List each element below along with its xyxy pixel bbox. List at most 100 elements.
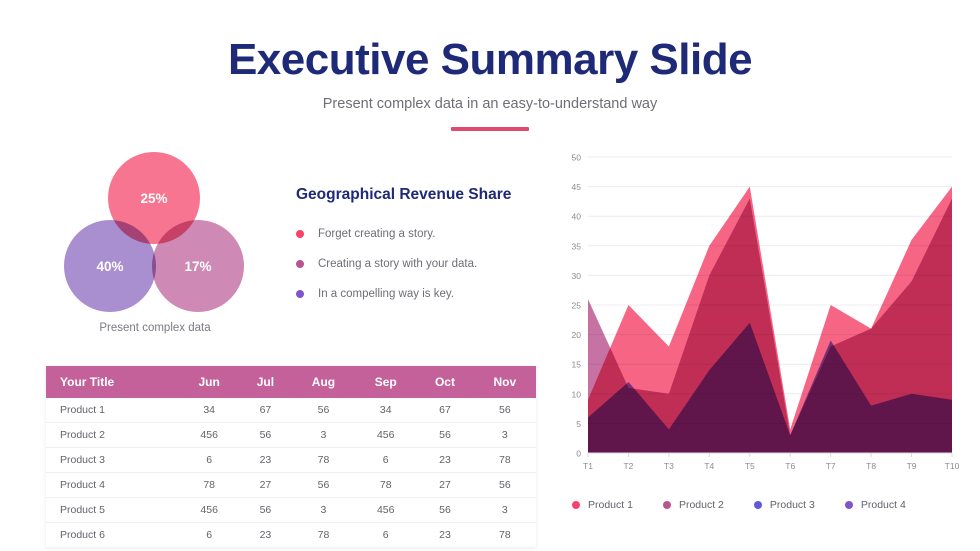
table-cell: 3 bbox=[291, 422, 356, 448]
chart-x-tick-label: T2 bbox=[623, 461, 633, 471]
legend-item-label: Product 4 bbox=[860, 499, 906, 511]
table-cell: 3 bbox=[291, 497, 356, 523]
table-cell: 23 bbox=[416, 447, 474, 473]
table-cell: 23 bbox=[239, 447, 292, 473]
table-cell: 23 bbox=[259, 529, 272, 541]
table-cell: 27 bbox=[239, 472, 292, 498]
list-item-label: Creating a story with your data. bbox=[318, 258, 478, 270]
list-item-label: Forget creating a story. bbox=[318, 228, 436, 240]
legend-dot-icon bbox=[753, 501, 762, 509]
table-cell: 56 bbox=[416, 497, 474, 523]
chart-y-tick-label: 5 bbox=[576, 419, 581, 429]
table-row: Product 5 456 56 3 456 56 3 bbox=[46, 497, 536, 523]
venn-diagram-block: 25% 40% 17% Present complex data bbox=[40, 152, 270, 342]
chart-y-tick-label: 0 bbox=[576, 449, 581, 459]
table-cell: 456 bbox=[179, 497, 240, 523]
chart-x-tick-label: T8 bbox=[866, 461, 876, 471]
table-cell: 56 bbox=[239, 422, 292, 448]
table-cell: 456 bbox=[179, 422, 240, 448]
venn-circle-right-label: 17% bbox=[184, 258, 212, 274]
revenue-share-block: Geographical Revenue Share Forget creati… bbox=[296, 186, 546, 318]
chart-x-tick-label: T5 bbox=[745, 461, 755, 471]
table-body: Product 1 34 67 56 34 67 56 Product 2 456 56 3 456 5… bbox=[46, 398, 536, 547]
table-cell: 78 bbox=[317, 529, 330, 541]
table-header-row: Your Title Jun Jul Aug Sep Oct Nov bbox=[46, 366, 536, 398]
page-title: Executive Summary Slide bbox=[227, 35, 753, 84]
table-column-header: Your Title bbox=[46, 366, 180, 398]
chart-y-tick-label: 35 bbox=[572, 241, 582, 251]
table-column-header: Sep bbox=[355, 366, 417, 398]
chart-y-tick-label: 15 bbox=[572, 360, 582, 370]
chart-y-tick-label: 20 bbox=[572, 330, 582, 340]
table-cell: 67 bbox=[416, 398, 474, 423]
chart-x-tick-label: T1 bbox=[583, 461, 593, 471]
legend-dot-icon bbox=[662, 501, 671, 509]
list-item: Forget creating a story. bbox=[296, 228, 546, 240]
table-row: Product 3 6 23 78 6 23 78 bbox=[46, 447, 536, 473]
table-head: Your Title Jun Jul Aug Sep Oct Nov bbox=[46, 366, 536, 398]
bullet-dot-icon bbox=[296, 230, 304, 238]
legend-item-label: Product 1 bbox=[588, 499, 633, 511]
table-cell: 6 bbox=[355, 447, 417, 473]
legend-item[interactable]: Product 4 bbox=[844, 499, 906, 511]
data-table-block: Your Title Jun Jul Aug Sep Oct Nov Product 1 34… bbox=[46, 366, 536, 547]
table-cell: 78 bbox=[355, 472, 417, 498]
table-cell: 34 bbox=[179, 398, 240, 423]
table-row: Product 4 78 27 56 78 27 56 bbox=[46, 472, 536, 498]
title-divider bbox=[451, 127, 529, 132]
venn-circle-left: 40% bbox=[64, 220, 156, 312]
table-cell: 78 bbox=[499, 529, 511, 541]
venn-circle-right: 17% bbox=[152, 220, 244, 312]
legend-item[interactable]: Product 2 bbox=[662, 499, 724, 511]
venn-diagram: 25% 40% 17% bbox=[55, 152, 255, 312]
area-chart: 0 5 10 15 20 25 30 35 40 45 50 T1 T2 T3 T4 T5 T6 T7 T8 T9 T1… bbox=[572, 153, 960, 472]
chart-legend: Product 1 Product 2 Product 3 Product 4 bbox=[560, 499, 960, 511]
chart-y-tick-label: 50 bbox=[572, 153, 582, 163]
legend-item[interactable]: Product 1 bbox=[572, 499, 633, 511]
legend-dot-icon bbox=[844, 501, 853, 509]
bullet-dot-icon bbox=[296, 260, 304, 268]
table-row-label: Product 1 bbox=[46, 398, 180, 423]
slide-header: Executive Summary Slide Present complex … bbox=[0, 0, 980, 132]
table-cell: 56 bbox=[239, 497, 292, 523]
area-chart-block: 0 5 10 15 20 25 30 35 40 45 50 T1 T2 T3 T4 T5 T6 T7 T8 T9 T1… bbox=[560, 145, 960, 525]
table-row: Product 6 6 23 78 6 23 78 bbox=[46, 523, 536, 548]
chart-y-tick-label: 25 bbox=[572, 301, 582, 311]
table-cell: 34 bbox=[355, 398, 417, 423]
table-row-label: Product 6 bbox=[60, 529, 105, 541]
legend-item-label: Product 2 bbox=[678, 499, 724, 511]
table-row-label: Product 4 bbox=[46, 472, 180, 498]
table-cell: 6 bbox=[206, 529, 213, 541]
bullet-dot-icon bbox=[296, 290, 304, 298]
table-cell: 6 bbox=[382, 529, 389, 541]
table-column-header: Nov bbox=[473, 366, 536, 398]
chart-x-tick-label: T3 bbox=[664, 461, 674, 471]
table-cell: 3 bbox=[473, 497, 536, 523]
table-cell: 456 bbox=[355, 497, 417, 523]
data-table: Your Title Jun Jul Aug Sep Oct Nov Product 1 34… bbox=[46, 366, 536, 547]
chart-y-tick-label: 10 bbox=[572, 389, 582, 399]
venn-circle-left-label: 40% bbox=[96, 258, 124, 274]
venn-caption: Present complex data bbox=[99, 322, 211, 334]
table-row-label: Product 2 bbox=[46, 422, 180, 448]
table-cell: 78 bbox=[291, 447, 356, 473]
table-row-label: Product 3 bbox=[46, 447, 180, 473]
chart-x-tick-label: T7 bbox=[826, 461, 836, 471]
chart-x-tick-label: T6 bbox=[785, 461, 795, 471]
table-cell: 56 bbox=[473, 472, 536, 498]
chart-x-tick-label: T10 bbox=[945, 461, 960, 471]
legend-item[interactable]: Product 3 bbox=[753, 499, 815, 511]
table-cell: 67 bbox=[239, 398, 292, 423]
table-cell: 3 bbox=[473, 422, 536, 448]
table-column-header: Oct bbox=[416, 366, 474, 398]
legend-item-label: Product 3 bbox=[769, 499, 815, 511]
venn-circle-top-label: 25% bbox=[140, 190, 168, 206]
chart-y-tick-label: 30 bbox=[572, 271, 582, 281]
table-cell: 78 bbox=[473, 447, 536, 473]
table-column-header: Aug bbox=[291, 366, 356, 398]
table-row: Product 1 34 67 56 34 67 56 bbox=[46, 398, 536, 423]
list-item: In a compelling way is key. bbox=[296, 288, 546, 300]
table-cell: 78 bbox=[179, 472, 240, 498]
table-cell: 56 bbox=[416, 422, 474, 448]
table-column-header: Jun bbox=[179, 366, 240, 398]
